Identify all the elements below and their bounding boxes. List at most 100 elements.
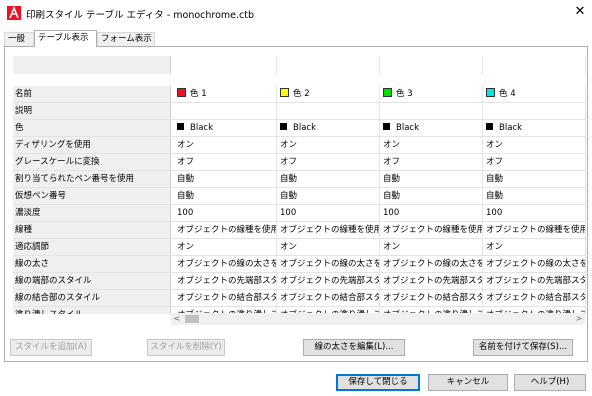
table-cell[interactable]: オン — [174, 239, 277, 255]
table-cell[interactable]: 色 4 — [483, 86, 586, 102]
table-cell[interactable]: オブジェクトの先端部スタイ — [483, 273, 586, 289]
cell-value: 100 — [280, 208, 297, 218]
table-cell[interactable]: オブジェクトの先端部スタイ — [277, 273, 380, 289]
scroll-left-icon[interactable]: < — [171, 313, 183, 325]
table-cell[interactable]: 100 — [483, 205, 586, 221]
table-cell[interactable]: オン — [174, 137, 277, 153]
table-cell[interactable]: Black — [174, 120, 277, 136]
add-style-button[interactable]: スタイルを追加(A) — [10, 339, 92, 356]
scroll-right-icon[interactable]: > — [573, 313, 585, 325]
table-cell[interactable]: オン — [483, 137, 586, 153]
save-and-close-button[interactable]: 保存して閉じる — [336, 374, 420, 391]
cell-value: 100 — [177, 208, 194, 218]
cell-value: オブジェクトの線の太さを使 — [280, 259, 380, 269]
table-cell[interactable]: オブジェクトの線の太さを使 — [277, 256, 380, 272]
cell-value: オブジェクトの結合部スタイ — [280, 293, 380, 303]
table-cell[interactable]: 色 3 — [380, 86, 483, 102]
color-swatch-icon — [383, 88, 392, 97]
table-cell[interactable]: 100 — [174, 205, 277, 221]
table-cell[interactable]: オブジェクトの線種を使用 — [483, 222, 586, 238]
cell-value: Black — [499, 123, 522, 133]
table-cell[interactable]: オン — [380, 239, 483, 255]
delete-style-button[interactable]: スタイルを削除(Y) — [147, 339, 225, 356]
table-cell[interactable]: オフ — [483, 154, 586, 170]
cell-value: オブジェクトの結合部スタイ — [177, 293, 277, 303]
table-cell[interactable]: 100 — [380, 205, 483, 221]
table-cell[interactable]: 自動 — [483, 171, 586, 187]
cell-value: オブジェクトの線の太さを使 — [486, 259, 586, 269]
table-cell[interactable]: オブジェクトの先端部スタイ — [174, 273, 277, 289]
cell-value: オブジェクトの線の太さを使 — [383, 259, 483, 269]
horizontal-scrollbar[interactable]: < > — [171, 313, 585, 325]
table-cell[interactable]: オブジェクトの線種を使用 — [380, 222, 483, 238]
cell-value: オブジェクトの先端部スタイ — [177, 276, 277, 286]
table-cell[interactable] — [174, 103, 277, 119]
table-cell[interactable]: 自動 — [277, 188, 380, 204]
cell-value: オフ — [486, 157, 504, 167]
cell-value: 色 3 — [396, 89, 413, 99]
table-cell[interactable]: オン — [277, 239, 380, 255]
autocad-icon — [7, 6, 21, 20]
table-cell[interactable] — [380, 103, 483, 119]
scroll-thumb[interactable] — [185, 315, 199, 323]
table-cell[interactable]: オブジェクトの線種を使用 — [174, 222, 277, 238]
cell-value: オブジェクトの線種を使用 — [280, 225, 380, 235]
table-cell[interactable]: オフ — [174, 154, 277, 170]
table-cell[interactable]: オン — [483, 239, 586, 255]
table-cell[interactable]: 色 1 — [174, 86, 277, 102]
cell-value: オブジェクトの線種を使用 — [177, 225, 277, 235]
table-cell[interactable]: 自動 — [277, 171, 380, 187]
table-cell[interactable]: オブジェクトの線の太さを使 — [380, 256, 483, 272]
column-header[interactable] — [483, 56, 586, 74]
table-cell[interactable] — [483, 103, 586, 119]
table-cell[interactable]: 自動 — [380, 171, 483, 187]
table-cell[interactable]: オン — [380, 137, 483, 153]
row-label: 塗り潰しスタイル — [13, 307, 171, 314]
cell-value: オン — [177, 140, 195, 150]
table-cell[interactable]: オブジェクトの結合部スタイ — [277, 290, 380, 306]
table-cell[interactable]: 自動 — [483, 188, 586, 204]
close-button[interactable]: ✕ — [571, 3, 589, 21]
row-label: 適応調節 — [13, 239, 171, 255]
table-cell[interactable]: 自動 — [174, 171, 277, 187]
column-header[interactable] — [277, 56, 380, 74]
table-cell[interactable]: Black — [380, 120, 483, 136]
cell-value: オン — [383, 242, 401, 252]
table-cell[interactable]: オブジェクトの線の太さを使 — [174, 256, 277, 272]
cell-value: オン — [280, 242, 298, 252]
table-cell[interactable]: オブジェクトの結合部スタイ — [380, 290, 483, 306]
table-cell[interactable] — [277, 103, 380, 119]
column-header[interactable] — [174, 56, 277, 74]
table-cell[interactable]: オブジェクトの線種を使用 — [277, 222, 380, 238]
help-button[interactable]: ヘルプ(H) — [514, 374, 586, 391]
assigned-pen-row: 割り当てられたペン番号を使用 自動 自動 自動 自動 — [13, 171, 589, 188]
table-cell[interactable]: オブジェクトの結合部スタイ — [174, 290, 277, 306]
table-cell[interactable]: オブジェクトの線の太さを使 — [483, 256, 586, 272]
table-cell[interactable]: オブジェクトの結合部スタイ — [483, 290, 586, 306]
line-join-style-row: 線の結合部のスタイル オブジェクトの結合部スタイ オブジェクトの結合部スタイ オブジェ… — [13, 290, 589, 307]
cell-value: 100 — [383, 208, 400, 218]
tab-table-view[interactable]: テーブル表示 — [34, 30, 97, 47]
row-label: 濃淡度 — [13, 205, 171, 221]
table-cell[interactable]: 100 — [277, 205, 380, 221]
cancel-button[interactable]: キャンセル — [428, 374, 508, 391]
table-cell[interactable]: 自動 — [380, 188, 483, 204]
row-label: ディザリングを使用 — [13, 137, 171, 153]
table-cell[interactable]: オブジェクトの先端部スタイ — [380, 273, 483, 289]
table-cell[interactable]: 色 2 — [277, 86, 380, 102]
edit-lineweights-button[interactable]: 線の太さを編集(L)... — [303, 339, 405, 356]
table-cell[interactable]: Black — [277, 120, 380, 136]
dithering-row: ディザリングを使用 オン オン オン オン — [13, 137, 589, 154]
table-cell[interactable]: 自動 — [174, 188, 277, 204]
cell-value: オン — [280, 140, 298, 150]
tab-form-view[interactable]: フォーム表示 — [97, 32, 155, 46]
tab-general[interactable]: 一般 — [4, 32, 34, 46]
save-as-button[interactable]: 名前を付けて保存(S)... — [473, 339, 573, 356]
table-cell[interactable]: オン — [277, 137, 380, 153]
window-title: 印刷スタイル テーブル エディタ - monochrome.ctb — [26, 10, 255, 21]
column-header[interactable] — [380, 56, 483, 74]
table-cell[interactable]: Black — [483, 120, 586, 136]
table-cell[interactable]: オフ — [277, 154, 380, 170]
cell-value: オン — [486, 140, 504, 150]
table-cell[interactable]: オフ — [380, 154, 483, 170]
